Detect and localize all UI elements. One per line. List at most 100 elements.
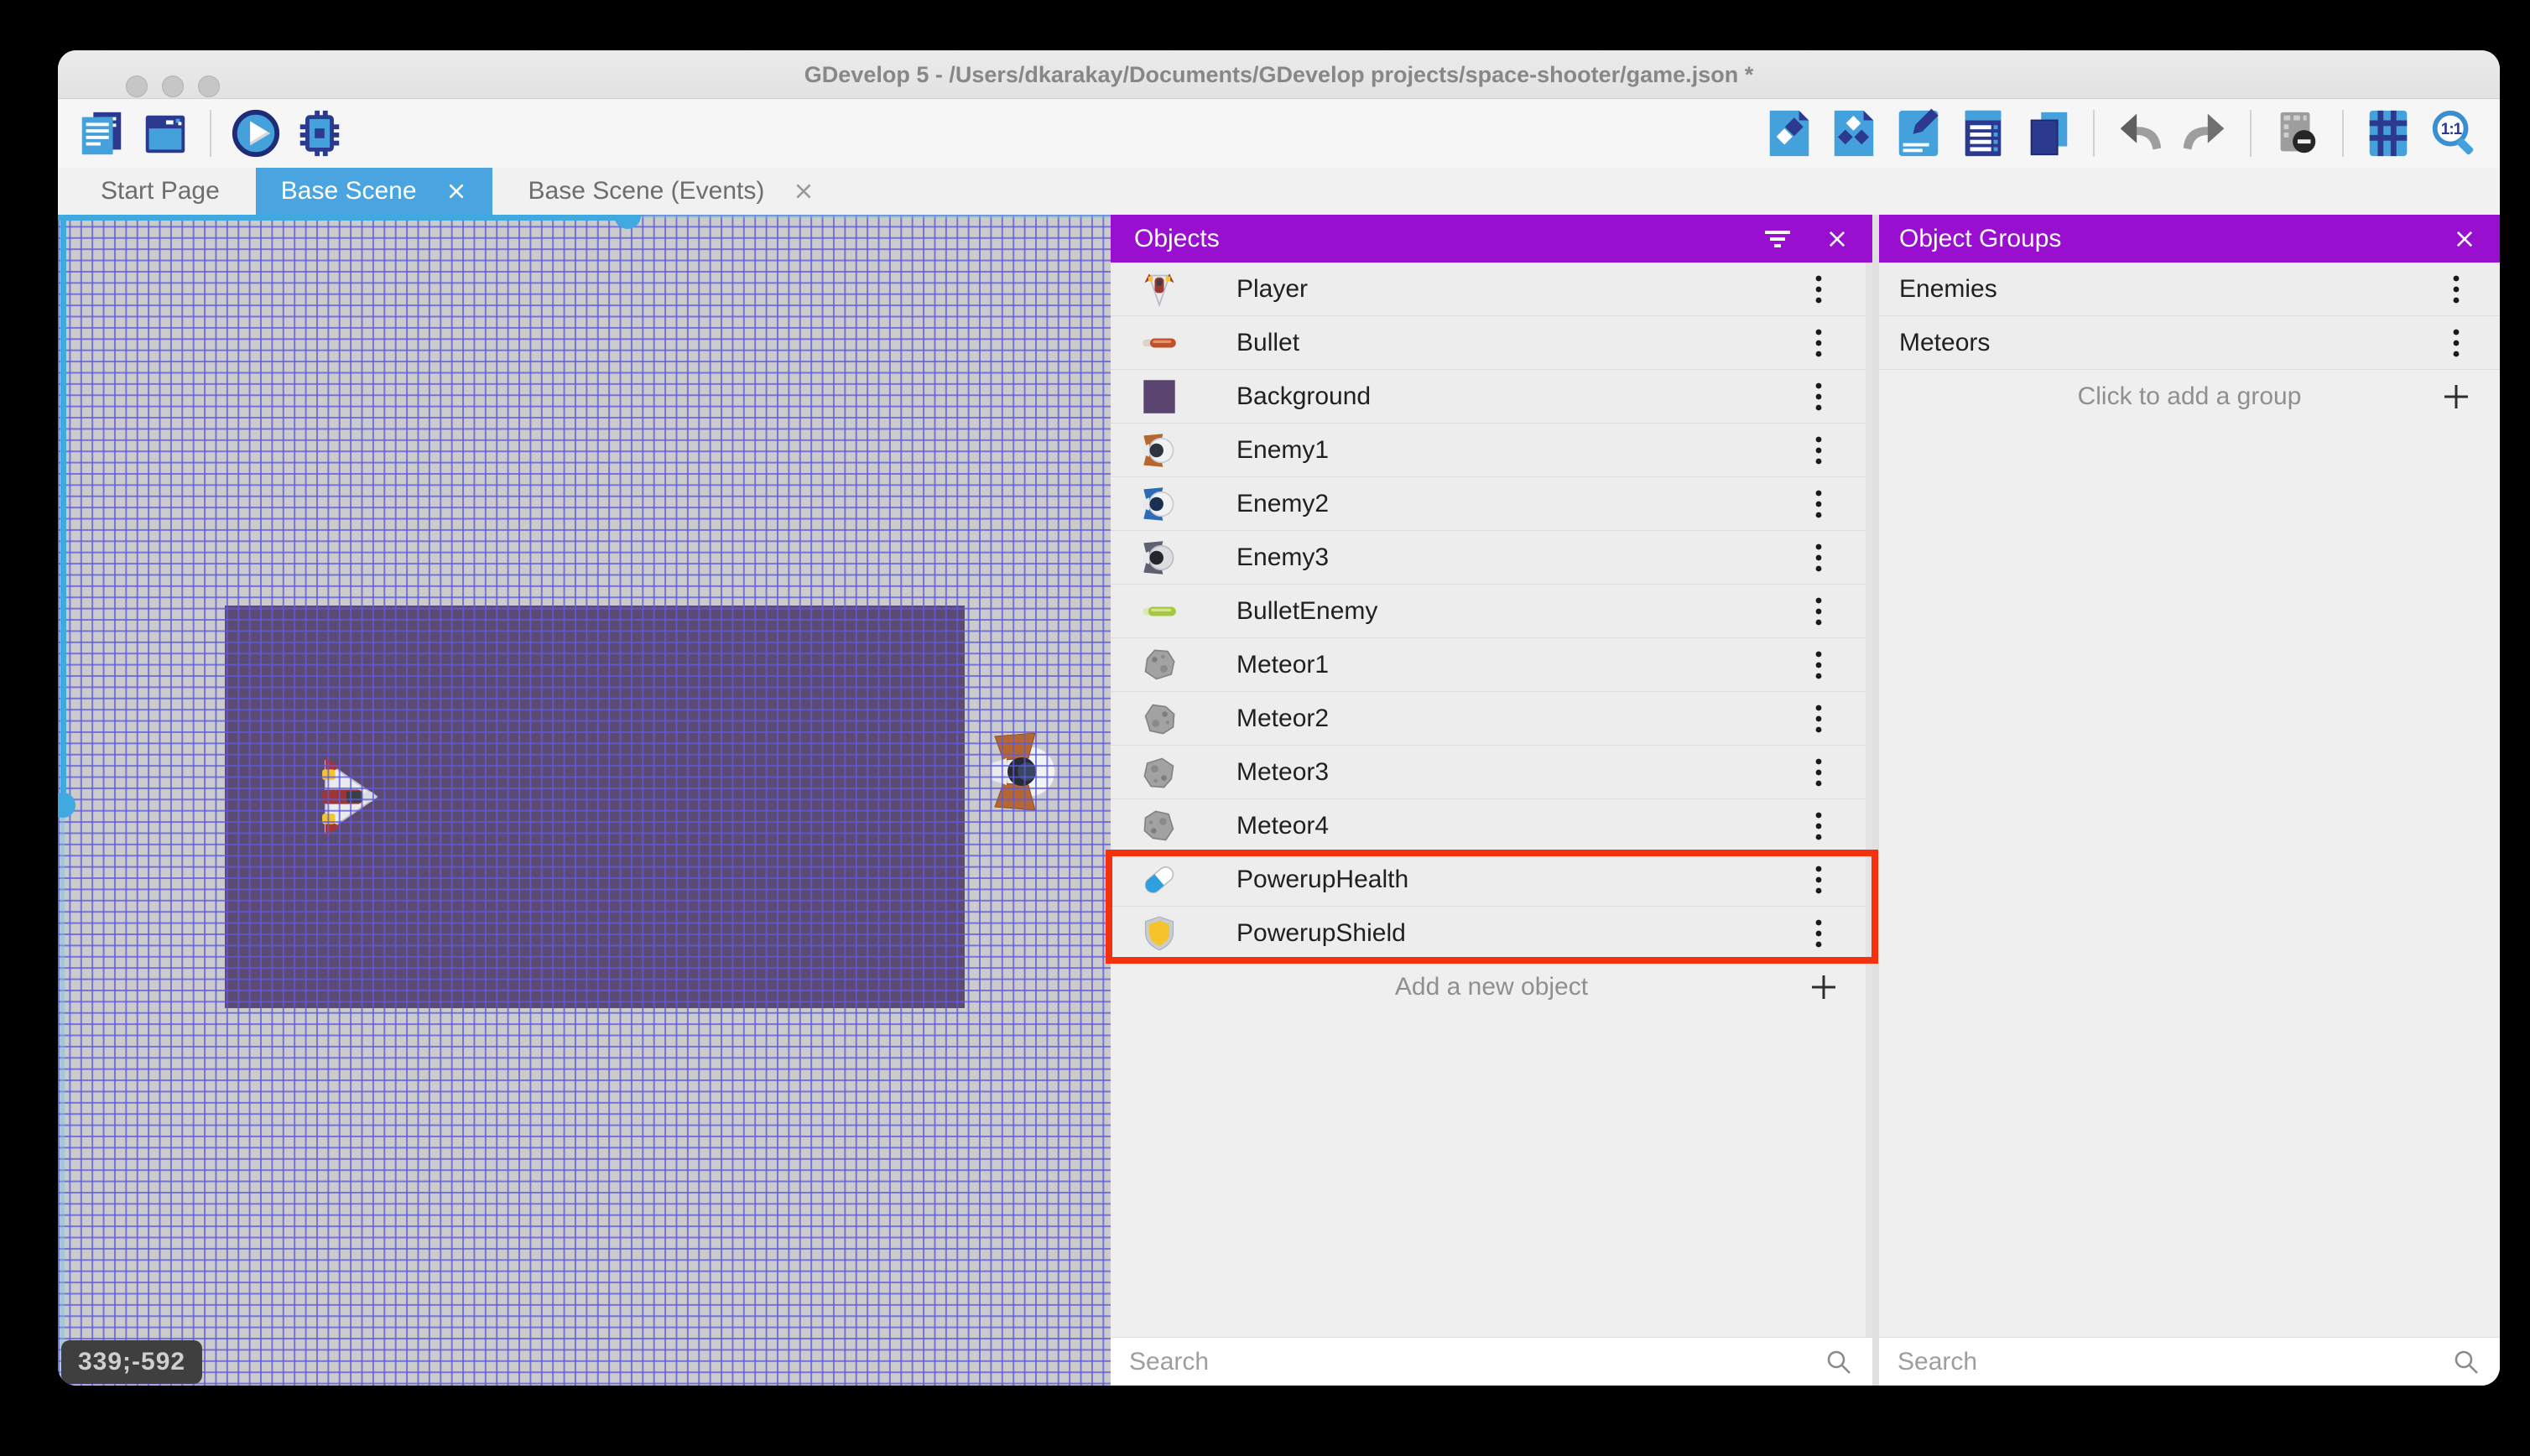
panel-divider[interactable] <box>1872 215 1879 1386</box>
enemy1-icon <box>1141 432 1178 469</box>
kebab-menu-icon[interactable] <box>2441 325 2471 361</box>
player-ship-instance[interactable] <box>312 757 377 837</box>
object-row-poweruphealth[interactable]: PowerupHealth <box>1111 853 1872 907</box>
object-row-bulletenemy[interactable]: BulletEnemy <box>1111 585 1872 638</box>
plus-icon[interactable] <box>1809 972 1839 1002</box>
object-row-bullet[interactable]: Bullet <box>1111 316 1872 370</box>
scene-canvas[interactable]: 339;-592 <box>58 215 1111 1386</box>
toolbar-separator <box>210 110 211 157</box>
object-row-meteor3[interactable]: Meteor3 <box>1111 746 1872 799</box>
search-icon[interactable] <box>1824 1347 1854 1377</box>
open-properties-icon[interactable] <box>1892 107 1944 159</box>
search-icon[interactable] <box>2451 1347 2481 1377</box>
kebab-menu-icon[interactable] <box>1804 539 1834 576</box>
object-row-background[interactable]: Background <box>1111 370 1872 424</box>
object-label: Meteor2 <box>1236 704 1330 732</box>
open-instances-list-icon[interactable] <box>1957 107 2009 159</box>
object-row-player[interactable]: Player <box>1111 263 1872 316</box>
object-label: Meteor1 <box>1236 650 1330 679</box>
object-row-enemy3[interactable]: Enemy3 <box>1111 531 1872 585</box>
group-row-enemies[interactable]: Enemies <box>1879 263 2500 316</box>
object-groups-panel-title: Object Groups <box>1899 224 2062 252</box>
kebab-menu-icon[interactable] <box>1804 915 1834 952</box>
player-icon <box>1141 271 1178 308</box>
tab-label: Start Page <box>101 177 220 205</box>
object-label: PowerupHealth <box>1236 865 1409 893</box>
close-panel-icon[interactable] <box>2453 227 2476 251</box>
powerup-shield-icon <box>1141 915 1178 952</box>
add-group-button[interactable]: Click to add a group <box>1879 370 2500 424</box>
object-row-enemy1[interactable]: Enemy1 <box>1111 424 1872 477</box>
preview-play-icon[interactable] <box>230 107 282 159</box>
zoom-one-to-one-icon[interactable]: 1:1 <box>2428 107 2480 159</box>
undo-icon[interactable] <box>2114 107 2166 159</box>
project-manager-icon[interactable] <box>75 107 128 159</box>
tab-start-page[interactable]: Start Page <box>75 168 245 215</box>
object-row-meteor1[interactable]: Meteor1 <box>1111 638 1872 692</box>
tab-base-scene-events[interactable]: Base Scene (Events) <box>503 168 841 215</box>
kebab-menu-icon[interactable] <box>1804 325 1834 361</box>
group-label: Enemies <box>1899 274 1997 303</box>
plus-icon[interactable] <box>2441 382 2471 412</box>
kebab-menu-icon[interactable] <box>1804 432 1834 469</box>
kebab-menu-icon[interactable] <box>1804 486 1834 523</box>
meteor-icon <box>1141 647 1178 684</box>
objects-panel: Objects Player Bullet Background Enemy1 … <box>1106 215 1878 1386</box>
debugger-icon[interactable] <box>294 107 346 159</box>
tab-label: Base Scene (Events) <box>528 177 765 205</box>
scene-editor-icon[interactable] <box>139 107 191 159</box>
objects-search-input[interactable] <box>1111 1338 1824 1386</box>
object-row-meteor2[interactable]: Meteor2 <box>1111 692 1872 746</box>
objects-search-bar <box>1111 1337 1872 1386</box>
toolbar-separator <box>2342 110 2344 157</box>
open-objects-editor-icon[interactable] <box>1763 107 1815 159</box>
meteor-icon <box>1141 754 1178 791</box>
tab-base-scene[interactable]: Base Scene <box>255 168 492 215</box>
open-layers-editor-icon[interactable] <box>2022 107 2074 159</box>
object-label: Enemy2 <box>1236 489 1330 517</box>
bullet-enemy-icon <box>1141 593 1178 630</box>
kebab-menu-icon[interactable] <box>1804 593 1834 630</box>
filter-icon[interactable] <box>1763 228 1792 250</box>
objects-panel-header: Objects <box>1111 215 1872 263</box>
redo-icon[interactable] <box>2179 107 2231 159</box>
close-panel-icon[interactable] <box>1825 227 1849 251</box>
object-row-powerupshield[interactable]: PowerupShield <box>1111 907 1872 960</box>
kebab-menu-icon[interactable] <box>1804 700 1834 737</box>
enemy3-icon <box>1141 539 1178 576</box>
enemy-ship-instance[interactable] <box>990 731 1060 812</box>
object-label: Enemy1 <box>1236 435 1330 464</box>
group-row-meteors[interactable]: Meteors <box>1879 316 2500 370</box>
title-bar[interactable]: GDevelop 5 - /Users/dkarakay/Documents/G… <box>58 50 2500 99</box>
object-label: BulletEnemy <box>1236 596 1378 625</box>
scene-boundary-top <box>58 215 627 221</box>
add-object-button[interactable]: Add a new object <box>1111 960 1872 1014</box>
object-groups-panel-header: Object Groups <box>1879 215 2500 263</box>
objects-panel-title: Objects <box>1134 224 1220 252</box>
scene-handle-top[interactable] <box>614 215 641 229</box>
kebab-menu-icon[interactable] <box>1804 808 1834 845</box>
close-tab-icon[interactable] <box>445 180 467 202</box>
background-icon <box>1141 378 1178 415</box>
add-object-label: Add a new object <box>1394 973 1589 1001</box>
tab-bar: Start Page Base Scene Base Scene (Events… <box>58 168 2500 215</box>
open-object-groups-editor-icon[interactable] <box>1828 107 1880 159</box>
meteor-icon <box>1141 700 1178 737</box>
kebab-menu-icon[interactable] <box>1804 647 1834 684</box>
scene-handle-left[interactable] <box>58 793 75 818</box>
object-row-meteor4[interactable]: Meteor4 <box>1111 799 1872 853</box>
groups-search-input[interactable] <box>1879 1338 2451 1386</box>
object-row-enemy2[interactable]: Enemy2 <box>1111 477 1872 531</box>
kebab-menu-icon[interactable] <box>1804 754 1834 791</box>
main-toolbar: 1:1 <box>58 99 2500 168</box>
kebab-menu-icon[interactable] <box>1804 861 1834 898</box>
toggle-grid-icon[interactable] <box>2363 107 2415 159</box>
toggle-window-mask-icon[interactable] <box>2271 107 2323 159</box>
close-tab-icon[interactable] <box>793 180 815 202</box>
kebab-menu-icon[interactable] <box>1804 271 1834 308</box>
kebab-menu-icon[interactable] <box>2441 271 2471 308</box>
scrollbar-gutter[interactable] <box>1866 263 1872 1337</box>
gdevelop-window: GDevelop 5 - /Users/dkarakay/Documents/G… <box>58 50 2500 1386</box>
kebab-menu-icon[interactable] <box>1804 378 1834 415</box>
object-groups-panel: Object Groups Enemies Meteors Click to a… <box>1879 215 2500 1386</box>
